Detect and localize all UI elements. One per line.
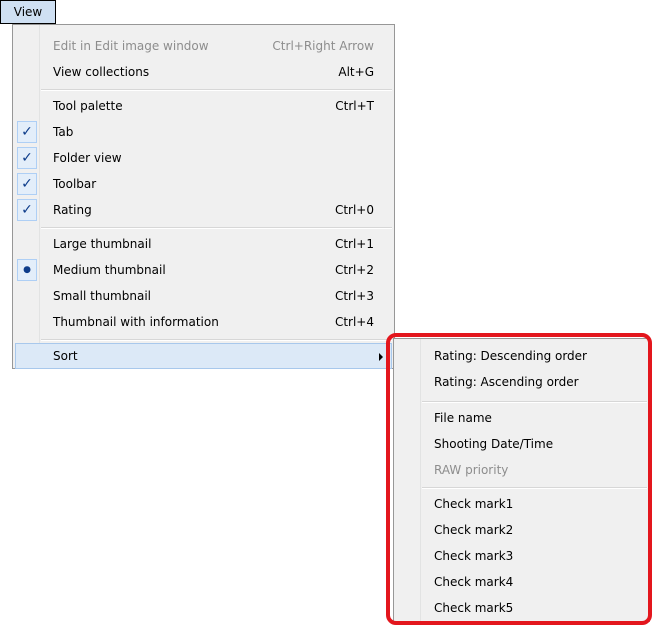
sort-item-rating-ascending[interactable]: Rating: Ascending order xyxy=(396,369,647,395)
menu-item-sort[interactable]: Sort xyxy=(15,343,392,369)
menu-item-label: File name xyxy=(434,411,492,425)
menu-item-label: Shooting Date/Time xyxy=(434,437,554,451)
menu-item-label: View collections xyxy=(53,65,150,79)
sort-item-rating-descending[interactable]: Rating: Descending order xyxy=(396,343,647,369)
menu-item-label: Check mark3 xyxy=(434,549,514,563)
sort-item-check-mark3[interactable]: Check mark3 xyxy=(396,543,647,569)
sort-submenu: Rating: Descending order Rating: Ascendi… xyxy=(393,338,650,622)
menu-item-shortcut: Ctrl+4 xyxy=(334,315,374,329)
sort-item-file-name[interactable]: File name xyxy=(396,405,647,431)
view-menu-title[interactable]: View xyxy=(0,0,56,24)
sort-item-check-mark4[interactable]: Check mark4 xyxy=(396,569,647,595)
menu-separator xyxy=(41,89,392,91)
menu-item-label: Check mark2 xyxy=(434,523,514,537)
menu-item-label: Toolbar xyxy=(53,177,97,191)
menu-item-edit-in-edit-image-window[interactable]: Edit in Edit image window Ctrl+Right Arr… xyxy=(15,33,392,59)
menu-item-tab[interactable]: ✓ Tab xyxy=(15,119,392,145)
menu-separator xyxy=(41,339,392,341)
menu-item-medium-thumbnail[interactable]: ● Medium thumbnail Ctrl+2 xyxy=(15,257,392,283)
menu-item-toolbar[interactable]: ✓ Toolbar xyxy=(15,171,392,197)
menu-item-shortcut: Ctrl+0 xyxy=(334,203,374,217)
sort-item-check-mark2[interactable]: Check mark2 xyxy=(396,517,647,543)
menu-item-small-thumbnail[interactable]: Small thumbnail Ctrl+3 xyxy=(15,283,392,309)
sort-item-raw-priority[interactable]: RAW priority xyxy=(396,457,647,483)
menu-item-thumbnail-with-information[interactable]: Thumbnail with information Ctrl+4 xyxy=(15,309,392,335)
menu-item-label: Check mark4 xyxy=(434,575,514,589)
submenu-arrow-icon xyxy=(379,353,383,361)
menu-item-label: Tool palette xyxy=(53,99,123,113)
menu-item-label: Folder view xyxy=(53,151,122,165)
menu-item-label: Rating: Descending order xyxy=(434,349,587,363)
menu-item-label: Thumbnail with information xyxy=(53,315,219,329)
menu-separator xyxy=(41,227,392,229)
menu-item-label: Tab xyxy=(53,125,74,139)
checkmark-icon: ✓ xyxy=(17,199,37,221)
menu-item-label: Rating xyxy=(53,203,92,217)
menu-item-large-thumbnail[interactable]: Large thumbnail Ctrl+1 xyxy=(15,231,392,257)
menu-item-view-collections[interactable]: View collections Alt+G xyxy=(15,59,392,85)
menu-item-label: Large thumbnail xyxy=(53,237,152,251)
menu-item-label: Check mark5 xyxy=(434,601,514,615)
menu-item-tool-palette[interactable]: Tool palette Ctrl+T xyxy=(15,93,392,119)
radio-dot-icon: ● xyxy=(17,259,37,281)
menu-item-shortcut: Ctrl+T xyxy=(335,99,374,113)
menu-item-folder-view[interactable]: ✓ Folder view xyxy=(15,145,392,171)
checkmark-icon: ✓ xyxy=(17,173,37,195)
menu-item-label: Rating: Ascending order xyxy=(434,375,579,389)
view-menu: Edit in Edit image window Ctrl+Right Arr… xyxy=(12,24,395,369)
sort-item-check-mark5[interactable]: Check mark5 xyxy=(396,595,647,621)
menu-item-label: Medium thumbnail xyxy=(53,263,166,277)
menu-item-rating[interactable]: ✓ Rating Ctrl+0 xyxy=(15,197,392,223)
sort-item-shooting-date-time[interactable]: Shooting Date/Time xyxy=(396,431,647,457)
menu-separator xyxy=(422,401,647,403)
menu-separator xyxy=(422,487,647,489)
checkmark-icon: ✓ xyxy=(17,147,37,169)
sort-item-check-mark1[interactable]: Check mark1 xyxy=(396,491,647,517)
menu-item-shortcut: Ctrl+3 xyxy=(334,289,374,303)
checkmark-icon: ✓ xyxy=(17,121,37,143)
menu-item-label: Sort xyxy=(53,349,78,363)
menu-item-label: Small thumbnail xyxy=(53,289,151,303)
menu-item-label: Check mark1 xyxy=(434,497,514,511)
menu-item-shortcut: Ctrl+1 xyxy=(334,237,374,251)
menu-item-shortcut: Ctrl+2 xyxy=(334,263,374,277)
menu-item-shortcut: Alt+G xyxy=(338,65,374,79)
menu-item-label: RAW priority xyxy=(434,463,509,477)
menu-item-label: Edit in Edit image window xyxy=(53,39,209,53)
menu-item-shortcut: Ctrl+Right Arrow xyxy=(272,39,374,53)
